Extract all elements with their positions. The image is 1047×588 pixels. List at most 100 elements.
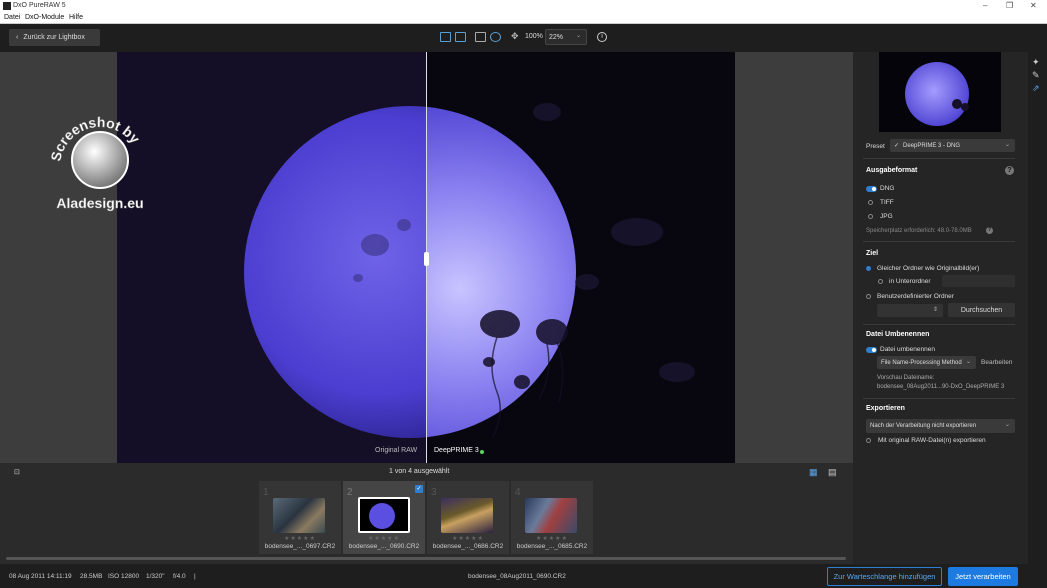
- custom-folder-label: Benutzerdefinierter Ordner: [877, 293, 954, 300]
- rename-toggle[interactable]: [866, 347, 877, 353]
- label-original-raw: Original RAW: [375, 447, 418, 454]
- film-item-name: bodensee_..._0685.CR2: [516, 543, 588, 550]
- selected-check-icon[interactable]: ✓: [415, 485, 423, 493]
- back-label: Zurück zur Lightbox: [23, 34, 85, 41]
- export-raw-label: Mit original RAW-Datei(n) exportieren: [878, 437, 986, 444]
- window-title: DxO PureRAW 5: [13, 2, 66, 9]
- divider: [863, 241, 1015, 242]
- zoom-fit-icon[interactable]: ✥: [511, 31, 519, 42]
- jpg-radio[interactable]: [868, 214, 873, 219]
- output-format-heading: Ausgabeformat: [866, 167, 918, 174]
- film-item-number: 4: [515, 487, 521, 498]
- zoom-select[interactable]: 22% ⌄: [545, 29, 587, 45]
- film-item-number: 3: [431, 487, 437, 498]
- zoom-100-button[interactable]: 100%: [525, 33, 543, 40]
- divider: [863, 398, 1015, 399]
- title-bar: DxO PureRAW 5 – ❐ ✕: [0, 0, 1047, 12]
- format-tiff-label: TIFF: [880, 199, 894, 206]
- export-icon[interactable]: ⇗: [1032, 83, 1040, 94]
- split-handle[interactable]: [424, 252, 429, 266]
- info-icon[interactable]: i: [597, 32, 607, 42]
- tiff-radio[interactable]: [868, 200, 873, 205]
- menu-dxo-module[interactable]: DxO-Module: [25, 14, 64, 21]
- film-item[interactable]: 3 ★★★★★ bodensee_..._0686.CR2: [427, 481, 509, 554]
- subfolder-input[interactable]: [942, 275, 1015, 287]
- label-deepprime: DeepPRIME 3: [434, 447, 479, 454]
- filmstrip-scrollbar[interactable]: [6, 557, 846, 560]
- rename-method-value: File Name-Processing Method: [881, 359, 962, 366]
- chevron-down-icon: ⌄: [575, 33, 581, 39]
- edit-button[interactable]: Bearbeiten: [981, 359, 1012, 366]
- preset-dropdown[interactable]: ✓ DeepPRIME 3 - DNG ⌄: [890, 139, 1015, 152]
- help-icon[interactable]: ?: [986, 227, 993, 234]
- collapse-icon[interactable]: ⊡: [14, 468, 20, 476]
- app-logo-icon: [3, 2, 11, 10]
- check-icon: ✓: [894, 143, 900, 149]
- custom-folder-select[interactable]: ⇕: [877, 304, 943, 317]
- rating-stars[interactable]: ★★★★★: [427, 535, 509, 542]
- back-to-lightbox-button[interactable]: ‹ Zurück zur Lightbox: [9, 29, 100, 46]
- compare-icon[interactable]: [475, 32, 486, 42]
- format-jpg-label: JPG: [880, 213, 893, 220]
- preview-thumbnail: [879, 52, 1001, 132]
- film-item[interactable]: 1 ★★★★★ bodensee_..._0697.CR2: [259, 481, 341, 554]
- toolbar: ‹ Zurück zur Lightbox ✥ 100% 22% ⌄ i: [0, 24, 1047, 52]
- watermark: Screenshot by Aladesign.eu: [45, 105, 155, 215]
- wand-icon[interactable]: ✦: [1032, 57, 1040, 68]
- menu-bar: Datei DxO-Module Hilfe: [0, 12, 1047, 24]
- film-item-name: bodensee_..._0690.CR2: [348, 543, 420, 550]
- menu-datei[interactable]: Datei: [4, 14, 20, 21]
- preview-filename-label: Vorschau Dateiname:: [877, 375, 935, 381]
- film-thumbnail: [273, 498, 325, 533]
- selection-count: 1 von 4 ausgewählt: [389, 468, 450, 475]
- export-dropdown[interactable]: Nach der Verarbeitung nicht exportieren …: [866, 419, 1015, 433]
- film-item[interactable]: 2 ✓ ★★★★★ bodensee_..._0690.CR2: [343, 481, 425, 554]
- grid-view-icon[interactable]: ▦: [809, 467, 818, 478]
- list-view-icon[interactable]: ▤: [828, 467, 837, 478]
- minimize-icon[interactable]: –: [983, 1, 987, 10]
- brush-icon[interactable]: ✎: [1032, 70, 1040, 81]
- film-thumbnail: [525, 498, 577, 533]
- close-icon[interactable]: ✕: [1030, 1, 1037, 10]
- rename-method-dropdown[interactable]: File Name-Processing Method ⌄: [877, 356, 976, 369]
- iso-value: ISO 12800: [108, 573, 140, 580]
- export-raw-checkbox[interactable]: [866, 438, 871, 443]
- help-icon[interactable]: ?: [1005, 166, 1014, 175]
- chevron-updown-icon: ⇕: [932, 307, 938, 313]
- single-view-icon[interactable]: [440, 32, 451, 42]
- menu-hilfe[interactable]: Hilfe: [69, 14, 83, 21]
- divider: [863, 158, 1015, 159]
- rating-stars[interactable]: ★★★★★: [259, 535, 341, 542]
- dng-toggle[interactable]: [866, 186, 877, 192]
- film-item-name: bodensee_..._0697.CR2: [264, 543, 336, 550]
- split-view-icon[interactable]: [490, 32, 501, 42]
- chevron-down-icon: ⌄: [965, 359, 971, 365]
- same-folder-radio[interactable]: [866, 266, 871, 271]
- svg-text:Aladesign.eu: Aladesign.eu: [56, 195, 143, 211]
- chevron-left-icon: ‹: [16, 34, 19, 41]
- side-by-side-icon[interactable]: [455, 32, 466, 42]
- rating-stars[interactable]: ★★★★★: [343, 535, 425, 542]
- add-to-queue-button[interactable]: Zur Warteschlange hinzufügen: [827, 567, 942, 586]
- film-item[interactable]: 4 ★★★★★ bodensee_..._0685.CR2: [511, 481, 593, 554]
- custom-folder-radio[interactable]: [866, 294, 871, 299]
- status-dot-icon: [480, 450, 484, 454]
- current-filename: bodensee_08Aug2011_0690.CR2: [468, 573, 566, 580]
- rename-toggle-label: Datei umbenennen: [880, 346, 935, 353]
- ziel-heading: Ziel: [866, 250, 879, 257]
- capture-date: 08 Aug 2011 14:11:19: [9, 573, 72, 580]
- maximize-icon[interactable]: ❐: [1006, 1, 1013, 10]
- file-size: 28.5MB: [80, 573, 103, 580]
- aperture-value: f/4.0: [173, 573, 186, 580]
- film-item-number: 2: [347, 487, 353, 498]
- same-folder-label: Gleicher Ordner wie Originalbild(er): [877, 265, 980, 272]
- subfolder-checkbox[interactable]: [878, 279, 883, 284]
- zoom-value: 22%: [549, 33, 564, 41]
- rating-stars[interactable]: ★★★★★: [511, 535, 593, 542]
- browse-button[interactable]: Durchsuchen: [948, 303, 1015, 317]
- chevron-down-icon: ⌄: [1004, 142, 1010, 148]
- process-now-button[interactable]: Jetzt verarbeiten: [948, 567, 1018, 586]
- storage-text: Speicherplatz erforderlich: 48.0-78.0MB: [866, 228, 972, 234]
- export-value: Nach der Verarbeitung nicht exportieren: [870, 423, 977, 429]
- film-item-name: bodensee_..._0686.CR2: [432, 543, 504, 550]
